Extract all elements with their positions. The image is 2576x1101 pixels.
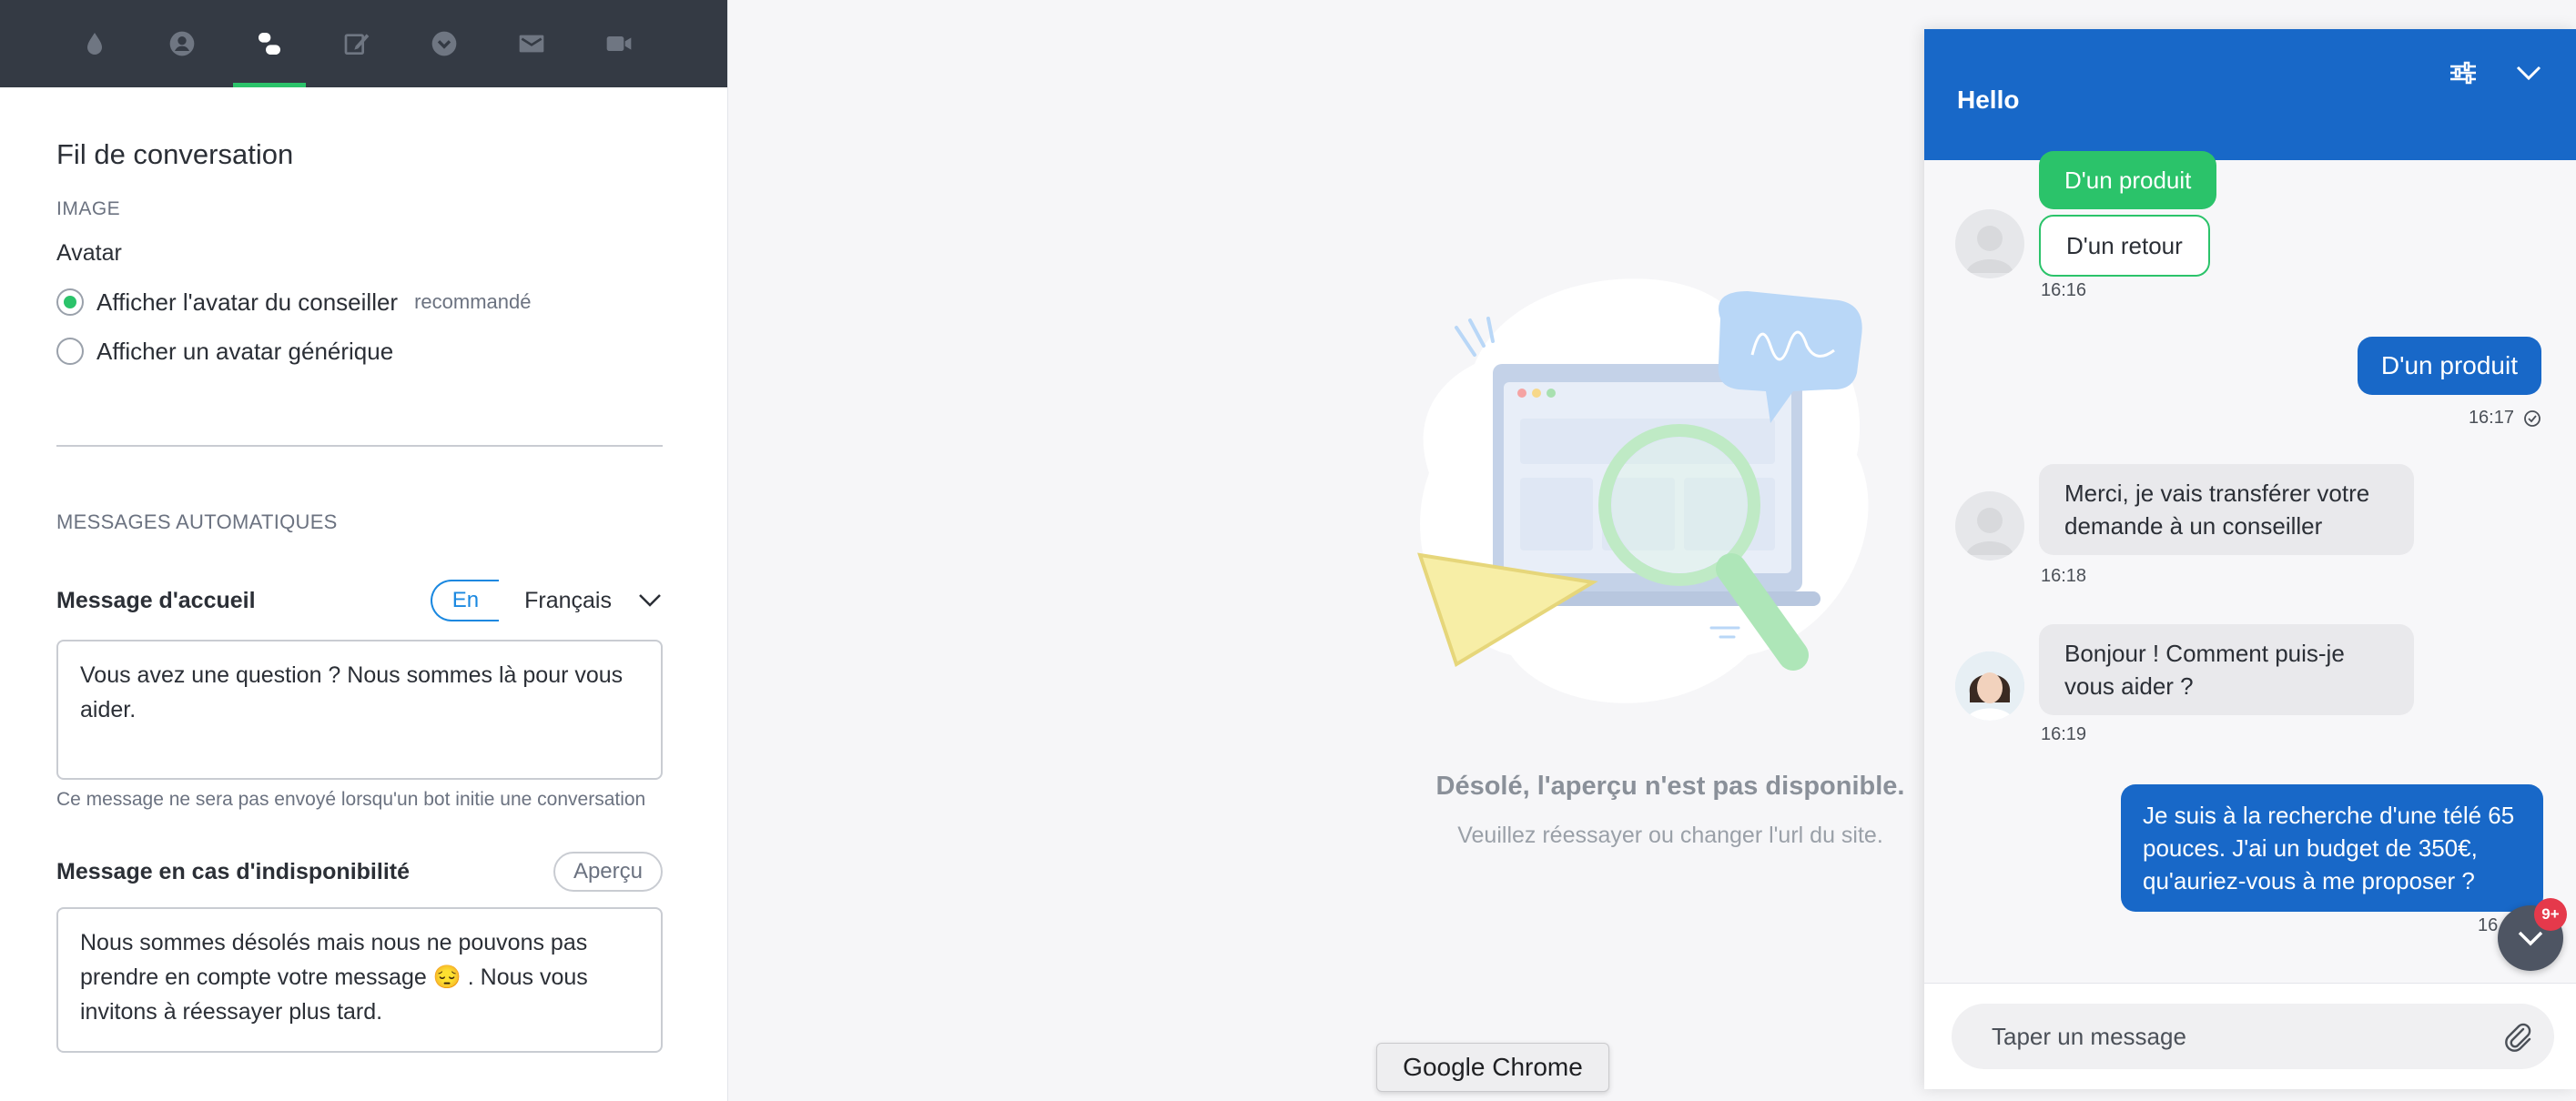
settings-panel: Fil de conversation IMAGE Avatar Affiche… bbox=[0, 0, 728, 1101]
chat-widget: Hello D'un produit D'un retour 16:16 D'u… bbox=[1924, 29, 2576, 1089]
agent-avatar bbox=[1955, 652, 2024, 721]
tab-email[interactable] bbox=[488, 0, 575, 87]
user-message: Je suis à la recherche d'une télé 65 pou… bbox=[2121, 784, 2543, 912]
bot-avatar bbox=[1955, 209, 2024, 278]
language-switcher: En Français bbox=[430, 580, 663, 621]
pencil-icon bbox=[344, 34, 370, 55]
chevron-down-icon bbox=[639, 594, 661, 607]
chat-title: Hello bbox=[1957, 86, 2020, 114]
chevron-down-icon[interactable] bbox=[2514, 58, 2543, 87]
chat-header: Hello bbox=[1924, 29, 2576, 160]
language-select-value: Français bbox=[524, 587, 612, 613]
video-icon bbox=[606, 36, 632, 51]
message-time: 16 bbox=[2478, 915, 2499, 935]
avatar-heading: Avatar bbox=[56, 240, 122, 266]
unavailable-message-header: Message en cas d'indisponibilité Aperçu bbox=[56, 849, 663, 894]
tab-behaviour[interactable] bbox=[401, 0, 488, 87]
auto-messages-section-label: MESSAGES AUTOMATIQUES bbox=[56, 510, 338, 533]
radio-label: Afficher un avatar générique bbox=[96, 337, 394, 365]
welcome-message-textarea[interactable]: Vous avez une question ? Nous sommes là … bbox=[56, 640, 663, 780]
avatar-option-generic[interactable]: Afficher un avatar générique bbox=[56, 336, 671, 367]
preview-error-subtitle: Veuillez réessayer ou changer l'url du s… bbox=[1457, 823, 1883, 848]
tab-appearance[interactable] bbox=[51, 0, 138, 87]
generic-avatar-icon bbox=[1966, 508, 2013, 555]
choice-selected[interactable]: D'un produit bbox=[2039, 151, 2217, 209]
chevron-circle-icon bbox=[431, 31, 457, 56]
choice-option[interactable]: D'un retour bbox=[2039, 215, 2210, 277]
radio-button[interactable] bbox=[56, 288, 84, 316]
tab-video[interactable] bbox=[575, 0, 663, 87]
bot-avatar bbox=[1955, 491, 2024, 561]
recommended-tag: recommandé bbox=[414, 290, 532, 313]
chevron-down-icon bbox=[2518, 931, 2543, 946]
settings-tabbar bbox=[0, 0, 727, 87]
preview-unavailable-illustration bbox=[1417, 278, 1869, 703]
welcome-message-header: Message d'accueil En Français bbox=[56, 578, 663, 623]
unread-badge: 9+ bbox=[2534, 898, 2567, 931]
chat-messages: D'un produit D'un retour 16:16 D'un prod… bbox=[1924, 151, 2576, 1015]
message-input[interactable]: Taper un message bbox=[1952, 1004, 2554, 1069]
preview-button[interactable]: Aperçu bbox=[553, 852, 663, 892]
radio-label: Afficher l'avatar du conseiller bbox=[96, 288, 399, 316]
message-time: 16:18 bbox=[2041, 566, 2087, 586]
unavailable-message-title: Message en cas d'indisponibilité bbox=[56, 858, 410, 884]
chat-composer: Taper un message bbox=[1924, 983, 2576, 1089]
language-pill[interactable]: En bbox=[430, 580, 500, 621]
generic-avatar-icon bbox=[1966, 226, 2013, 273]
image-section-label: IMAGE bbox=[56, 198, 121, 219]
user-message: D'un produit bbox=[2357, 337, 2541, 395]
taskbar-tooltip: Google Chrome bbox=[1376, 1043, 1609, 1092]
radio-selected-dot bbox=[64, 296, 76, 308]
panel-title: Fil de conversation bbox=[56, 138, 294, 170]
drop-icon bbox=[87, 33, 102, 55]
language-select[interactable]: Français bbox=[524, 588, 663, 614]
agent-photo-icon bbox=[1955, 652, 2024, 721]
message-time: 16:19 bbox=[2041, 724, 2087, 744]
welcome-message-help: Ce message ne sera pas envoyé lorsqu'un … bbox=[56, 789, 646, 810]
agent-message: Bonjour ! Comment puis-je vous aider ? bbox=[2039, 624, 2414, 715]
paperclip-icon[interactable] bbox=[2501, 1020, 2534, 1053]
unavailable-message-textarea[interactable]: Nous sommes désolés mais nous ne pouvons… bbox=[56, 907, 663, 1053]
tab-profile[interactable] bbox=[138, 0, 226, 87]
check-clock-icon bbox=[2524, 410, 2541, 427]
message-time: 16:16 bbox=[2041, 280, 2087, 300]
user-icon bbox=[169, 31, 195, 56]
message-time: 16:17 bbox=[2468, 408, 2514, 428]
preview-error-title: Désolé, l'aperçu n'est pas disponible. bbox=[1435, 772, 1905, 801]
section-divider bbox=[56, 445, 663, 447]
avatar-option-advisor[interactable]: Afficher l'avatar du conseiller recomman… bbox=[56, 287, 671, 318]
tab-edit[interactable] bbox=[313, 0, 401, 87]
chat-thread-icon bbox=[259, 33, 280, 55]
tab-conversation[interactable] bbox=[226, 0, 313, 87]
sliders-icon[interactable] bbox=[2449, 58, 2478, 87]
welcome-message-title: Message d'accueil bbox=[56, 587, 256, 613]
mail-icon bbox=[519, 35, 544, 53]
radio-button[interactable] bbox=[56, 338, 84, 365]
bot-message: Merci, je vais transférer votre demande … bbox=[2039, 464, 2414, 555]
settings-content: Fil de conversation IMAGE Avatar Affiche… bbox=[0, 138, 727, 1053]
chat-header-actions bbox=[2449, 58, 2543, 87]
